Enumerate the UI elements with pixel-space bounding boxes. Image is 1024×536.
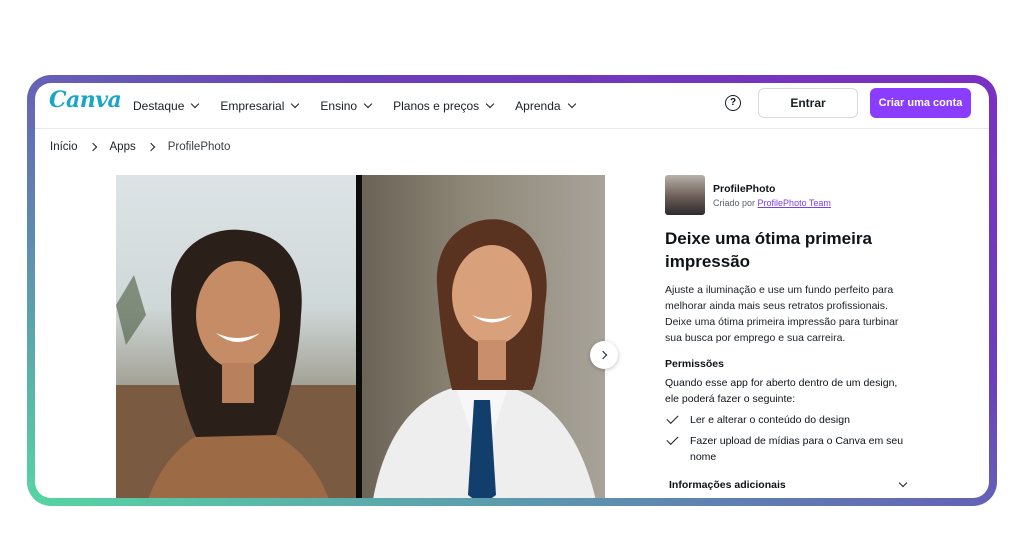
chevron-down-icon xyxy=(191,99,200,109)
more-info-accordion[interactable]: Informações adicionais xyxy=(665,478,910,491)
before-photo xyxy=(116,175,356,498)
menu-ensino[interactable]: Ensino xyxy=(320,99,373,113)
app-details-panel: ProfilePhoto Criado por ProfilePhoto Tea… xyxy=(665,175,910,491)
author-link[interactable]: ProfilePhoto Team xyxy=(758,198,831,208)
app-thumbnail xyxy=(665,175,705,215)
app-author: Criado por ProfilePhoto Team xyxy=(713,198,831,208)
page-title: Deixe uma ótima primeira impressão xyxy=(665,229,872,271)
author-prefix: Criado por xyxy=(713,197,756,208)
browser-screen: Canva Destaque Empresarial Ensino Planos… xyxy=(35,83,989,498)
menu-label: Aprenda xyxy=(515,99,561,113)
menu-planos[interactable]: Planos e preços xyxy=(393,99,495,113)
chevron-down-icon xyxy=(898,478,908,488)
more-info-label: Informações adicionais xyxy=(669,479,786,491)
carousel-next-button[interactable] xyxy=(590,341,618,369)
signup-button[interactable]: Criar uma conta xyxy=(870,88,971,118)
chevron-down-icon xyxy=(567,99,576,109)
chevron-right-icon xyxy=(598,350,607,360)
breadcrumb: Início Apps ProfilePhoto xyxy=(50,141,230,153)
chevron-down-icon xyxy=(291,99,300,109)
chevron-down-icon xyxy=(363,99,373,109)
after-photo xyxy=(362,175,605,498)
menu-label: Empresarial xyxy=(220,99,285,113)
menu-label: Ensino xyxy=(320,99,358,113)
app-description: Ajuste a iluminação e use um fundo perfe… xyxy=(665,284,899,344)
menu-destaque[interactable]: Destaque xyxy=(133,99,200,113)
main-menu: Destaque Empresarial Ensino Planos e pre… xyxy=(133,83,597,129)
check-icon xyxy=(666,411,679,425)
menu-empresarial[interactable]: Empresarial xyxy=(220,99,300,113)
app-name: ProfilePhoto xyxy=(713,182,776,195)
permissions-heading: Permissões xyxy=(665,358,724,370)
before-portrait-illustration xyxy=(116,229,356,498)
permission-item: Ler e alterar o conteúdo do design xyxy=(665,411,910,428)
menu-label: Planos e preços xyxy=(393,99,480,113)
permission-label: Ler e alterar o conteúdo do design xyxy=(690,414,850,426)
canva-logo[interactable]: Canva xyxy=(49,87,122,113)
breadcrumb-inicio[interactable]: Início xyxy=(50,141,78,153)
question-circle-icon[interactable]: ? xyxy=(725,95,741,111)
device-frame: Canva Destaque Empresarial Ensino Planos… xyxy=(27,75,997,506)
permissions-intro: Quando esse app for aberto dentro de um … xyxy=(665,377,898,405)
top-nav: Canva Destaque Empresarial Ensino Planos… xyxy=(35,83,989,129)
after-portrait-illustration xyxy=(373,219,596,498)
permission-item: Fazer upload de mídias para o Canva em s… xyxy=(665,432,910,465)
chevron-right-icon xyxy=(146,142,155,152)
app-preview-image xyxy=(116,175,605,498)
permission-label: Fazer upload de mídias para o Canva em s… xyxy=(690,435,904,463)
menu-label: Destaque xyxy=(133,99,185,113)
login-button[interactable]: Entrar xyxy=(758,88,858,118)
check-icon xyxy=(666,432,679,446)
breadcrumb-apps[interactable]: Apps xyxy=(110,141,136,153)
menu-aprenda[interactable]: Aprenda xyxy=(515,99,576,113)
breadcrumb-current: ProfilePhoto xyxy=(167,141,231,153)
chevron-right-icon xyxy=(88,142,97,152)
chevron-down-icon xyxy=(485,99,495,109)
app-header: ProfilePhoto Criado por ProfilePhoto Tea… xyxy=(665,175,910,215)
